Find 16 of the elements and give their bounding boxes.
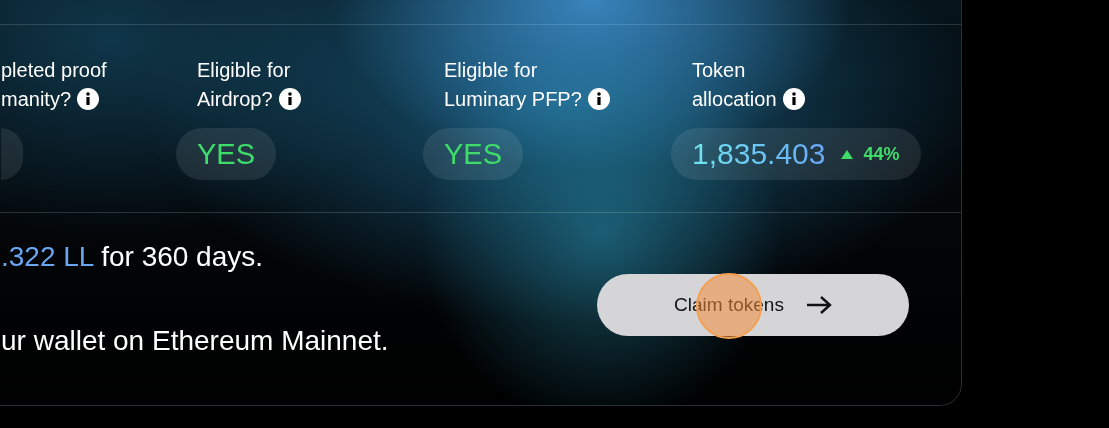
status-value: YES (444, 137, 503, 171)
info-icon[interactable] (77, 88, 100, 110)
status-badge (1, 128, 23, 180)
info-icon[interactable] (278, 88, 301, 110)
summary-text: .322 LL for 360 days. (1, 241, 265, 273)
stat-label: Token allocation (692, 56, 805, 114)
up-triangle-icon (841, 149, 854, 159)
stat-label: pleted proof manity? (1, 58, 107, 112)
change-percent: 44% (841, 143, 900, 165)
arrow-right-icon (805, 295, 832, 315)
status-value: YES (197, 137, 256, 171)
summary-text: ur wallet on Ethereum Mainnet. (1, 325, 389, 357)
stat-label: Eligible for Luminary PFP? (444, 56, 610, 114)
info-icon[interactable] (587, 88, 610, 110)
stat-label: Eligible for Airdrop? (197, 56, 301, 114)
info-icon[interactable] (782, 88, 805, 110)
